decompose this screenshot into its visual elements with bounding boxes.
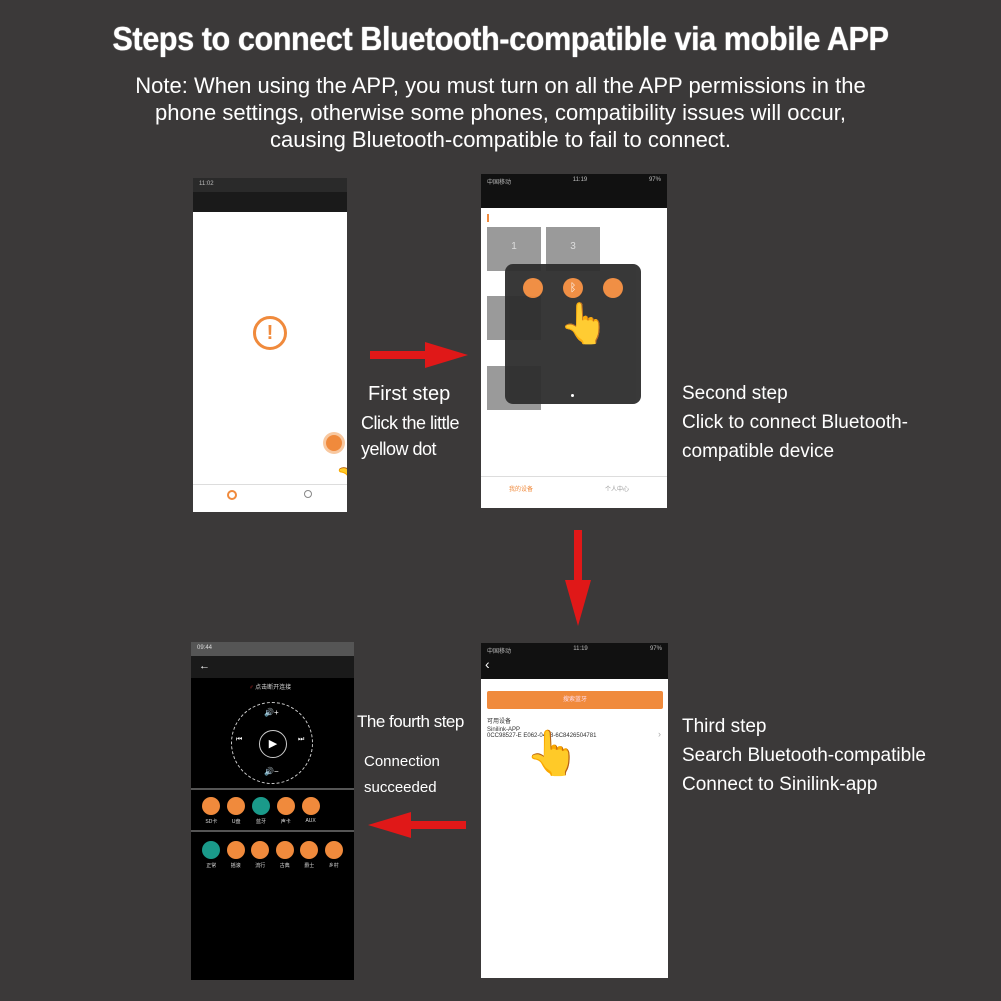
source-aux[interactable]: AUX [301,797,320,825]
phone-screen-3: 中国移动 11:19 97% ‹ 搜索蓝牙 可用设备 Sinilink-APP 0C… [481,643,668,978]
source-soundcard[interactable]: 声卡 [276,797,295,825]
tab-profile[interactable]: 个人中心 [605,484,629,493]
volume-up-button[interactable]: 🔊+ [264,708,279,717]
chevron-right-icon: › [658,729,661,739]
carrier: 中国移动 [487,180,512,186]
note-line: phone settings, otherwise some phones, c… [155,100,846,125]
next-button[interactable]: ⏭ [298,736,304,744]
hand-pointer-icon: 👆 [559,302,609,346]
profile-tab-icon[interactable] [304,490,312,498]
grid-icon[interactable] [603,278,623,298]
volume-down-button[interactable]: 🔊− [264,767,279,776]
step-3-line: Connect to Sinilink-app [682,774,878,795]
step-3-line: Search Bluetooth-compatible [682,745,926,766]
eq-normal[interactable]: 正常 [202,841,221,869]
arrow-right-icon [370,342,468,368]
arrow-down-icon [565,530,591,626]
play-button[interactable]: ▶ [259,730,287,758]
tab-my-devices[interactable]: 我的设备 [509,484,533,493]
status-time: 11:19 [573,646,588,652]
search-bluetooth-button[interactable]: 搜索蓝牙 [487,691,663,709]
device-tab-icon[interactable] [227,490,237,500]
source-sd[interactable]: SD卡 [202,797,221,825]
step-2-line: Click to connect Bluetooth- [682,412,909,433]
eq-list: 正常 摇滚 流行 古典 爵士 乡村 [191,841,354,869]
source-bluetooth[interactable]: 蓝牙 [251,797,270,825]
note-line: Note: When using the APP, you must turn … [135,73,866,98]
step-4-title: The fourth step [357,712,464,731]
hand-pointer-icon: 👆 [333,446,347,489]
step-4-line: Connection [364,753,440,770]
step-2-title: Second step [682,383,788,404]
previous-button[interactable]: ⏮ [236,736,242,744]
source-list: SD卡 U盘 蓝牙 声卡 AUX [191,797,331,825]
status-time: 11:19 [572,177,588,183]
step-1-line: Click the little [361,413,460,433]
page-title: Steps to connect Bluetooth-compatible vi… [112,20,889,57]
phone-screen-4: 09:44 ← ♂ 点击断开连接 🔊+ ⏮ ⏭ 🔊− ▶ SD卡 U盘 蓝牙 声… [191,642,354,980]
step-4-line: succeeded [364,779,437,796]
arrow-left-icon [368,812,466,838]
step-1-title: First step [368,383,451,405]
eq-rock[interactable]: 摇滚 [226,841,245,869]
back-button[interactable]: ← [191,656,354,678]
exclamation-icon: ! [253,316,287,350]
battery: 97% [649,646,662,652]
disconnect-label: 点击断开连接 [255,685,292,691]
source-usb[interactable]: U盘 [227,797,246,825]
phone-screen-1: 11:02 ! 👆 [193,178,347,512]
note-line: causing Bluetooth-compatible to fail to … [269,127,732,152]
step-1-line: yellow dot [361,439,437,459]
carrier: 中国移动 [487,649,512,655]
step-3-title: Third step [682,716,767,737]
available-devices-label: 可用设备 [487,719,512,725]
hand-pointer-icon: 👆 [525,729,580,778]
control-wheel: 🔊+ ⏮ ⏭ 🔊− ▶ [231,702,313,784]
back-button[interactable]: ‹ [481,657,668,679]
eq-classical[interactable]: 古典 [275,841,294,869]
step-2-line: compatible device [682,441,835,462]
battery: 97% [648,177,661,183]
status-time: 11:02 [199,181,214,187]
connect-popup: ᛒ 👆 [505,264,641,404]
phone-screen-2: 中国移动 11:19 97% 1 3 ᛒ 👆 我的设备 个人中心 [481,174,667,508]
eq-country[interactable]: 乡村 [324,841,343,869]
wifi-icon[interactable] [523,278,543,298]
bluetooth-icon[interactable]: ᛒ [563,278,583,298]
status-time: 09:44 [197,645,213,651]
eq-jazz[interactable]: 爵士 [300,841,319,869]
disconnect-link[interactable]: ♂ 点击断开连接 [249,682,291,691]
eq-pop[interactable]: 流行 [251,841,270,869]
status-bar: 11:02 [193,178,347,192]
